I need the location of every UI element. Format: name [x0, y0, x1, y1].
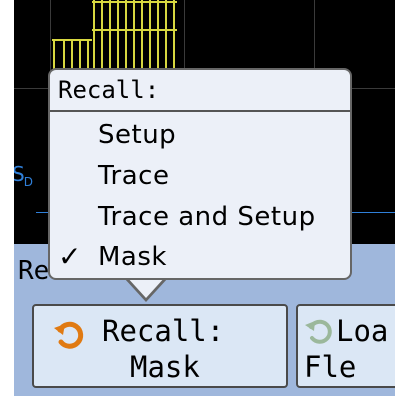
checkmark-icon: ✓ [58, 240, 82, 273]
load-softkey[interactable]: Loa Fle [296, 304, 395, 388]
load-softkey-value: Fle [304, 350, 357, 384]
softkey-bar-title: Re [18, 256, 50, 286]
popup-divider [50, 110, 350, 112]
popup-title: Recall: [58, 76, 160, 104]
recall-popup-menu: Recall: Setup Trace Trace and Setup ✓ Ma… [48, 68, 352, 280]
recall-softkey-label: Recall: [102, 314, 225, 348]
recall-softkey[interactable]: Recall: Mask [32, 304, 288, 388]
menu-item-trace-and-setup[interactable]: Trace and Setup [98, 202, 316, 232]
load-arrow-icon [305, 319, 332, 344]
recall-arrow-icon [54, 321, 84, 349]
oscilloscope-frame: SD Re Recall: Mask Loa Fle Recall: Setup… [0, 0, 395, 396]
recall-softkey-value: Mask [130, 350, 200, 384]
menu-item-setup[interactable]: Setup [98, 120, 176, 150]
menu-item-trace[interactable]: Trace [98, 161, 169, 191]
load-softkey-label: Loa [336, 314, 389, 348]
bus-label: SD [14, 162, 33, 189]
menu-item-mask[interactable]: Mask [98, 242, 167, 272]
